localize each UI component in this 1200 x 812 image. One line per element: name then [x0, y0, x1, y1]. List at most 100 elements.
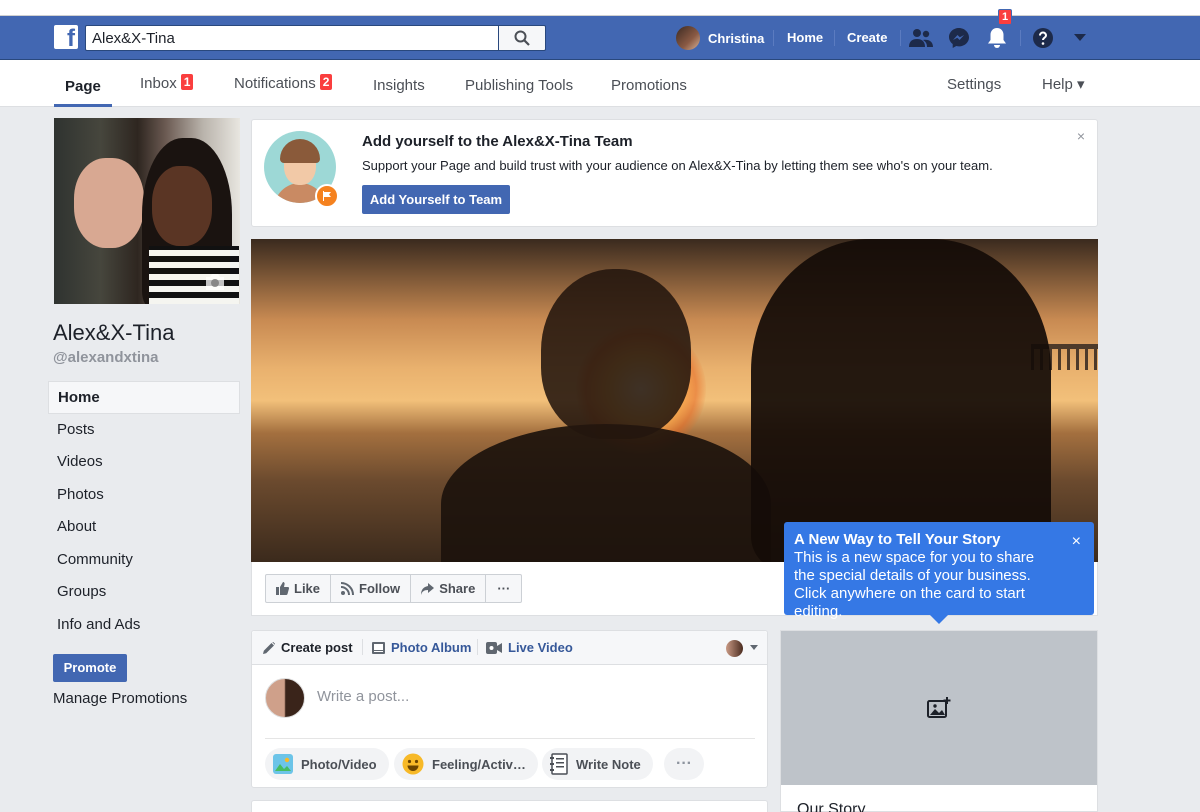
notifications-bell-icon[interactable] — [985, 27, 1009, 49]
camera-icon[interactable] — [204, 273, 226, 296]
photo-album-label: Photo Album — [391, 640, 472, 655]
messenger-icon[interactable] — [947, 27, 971, 49]
follow-label: Follow — [359, 581, 401, 596]
next-feed-card — [251, 800, 768, 812]
posting-as-avatar[interactable] — [726, 640, 743, 657]
close-icon[interactable]: × — [1077, 128, 1085, 144]
illustration-hair — [280, 139, 320, 163]
card-title: Add yourself to the Alex&X-Tina Team — [362, 133, 633, 150]
sidebar-item-videos[interactable]: Videos — [48, 446, 240, 479]
tab-inbox-label: Inbox — [140, 75, 177, 92]
more-options-button[interactable]: ··· — [664, 748, 704, 780]
feeling-activity-label: Feeling/Activ… — [432, 756, 526, 772]
divider — [477, 639, 478, 655]
add-photo-icon — [927, 697, 951, 718]
tab-insights[interactable]: Insights — [373, 77, 425, 110]
home-link[interactable]: Home — [787, 25, 823, 51]
our-story-card[interactable]: Our Story — [780, 630, 1098, 812]
notifications-count-badge: 2 — [319, 74, 333, 90]
post-text-input[interactable]: Write a post... — [317, 688, 409, 705]
tab-create-post[interactable]: Create post — [263, 640, 353, 655]
sidebar-item-posts[interactable]: Posts — [48, 414, 240, 447]
browser-strip — [0, 0, 1200, 16]
page-admin-nav: Page Inbox 1 Notifications 2 Insights Publ… — [0, 60, 1200, 107]
feeling-activity-button[interactable]: Feeling/Activ… — [394, 748, 538, 780]
divider — [362, 639, 363, 655]
friend-requests-icon[interactable] — [909, 27, 933, 49]
tooltip-title: A New Way to Tell Your Story — [794, 531, 1001, 548]
note-icon — [550, 753, 568, 775]
tab-notifications[interactable]: Notifications 2 — [234, 74, 333, 107]
tab-notifications-label: Notifications — [234, 75, 316, 92]
photo-video-button[interactable]: Photo/Video — [265, 748, 389, 780]
story-photo-placeholder[interactable] — [781, 631, 1097, 785]
live-video-label: Live Video — [508, 640, 573, 655]
page-username[interactable]: @alexandxtina — [53, 349, 159, 366]
our-story-tooltip[interactable]: A New Way to Tell Your Story This is a n… — [784, 522, 1094, 624]
close-icon[interactable]: × — [1072, 533, 1081, 551]
account-menu-chevron-down-icon[interactable] — [1068, 27, 1092, 49]
tab-publishing-tools[interactable]: Publishing Tools — [465, 77, 573, 110]
pencil-icon — [263, 641, 275, 654]
card-description: Support your Page and build trust with y… — [362, 158, 993, 173]
top-navigation-bar: f Alex&X-Tina Christina Home Create 1 — [0, 9, 1200, 60]
more-options-button[interactable]: ··· — [486, 575, 521, 602]
sidebar-item-info-and-ads[interactable]: Info and Ads — [48, 609, 240, 642]
sidebar-item-home[interactable]: Home — [48, 381, 240, 414]
rss-follow-icon — [341, 582, 355, 595]
inbox-count-badge: 1 — [180, 74, 194, 90]
user-name: Christina — [708, 30, 765, 46]
flag-icon — [315, 184, 339, 208]
post-composer: Create post Photo Album Live Video Write… — [251, 630, 768, 788]
share-label: Share — [439, 581, 476, 596]
sidebar-item-about[interactable]: About — [48, 511, 240, 544]
share-button[interactable]: Share — [411, 575, 487, 602]
photo-video-icon — [273, 754, 293, 774]
sidebar-item-photos[interactable]: Photos — [48, 479, 240, 512]
sidebar-item-groups[interactable]: Groups — [48, 576, 240, 609]
help-icon[interactable] — [1031, 27, 1055, 49]
sidebar-item-community[interactable]: Community — [48, 544, 240, 577]
manage-promotions-link[interactable]: Manage Promotions — [53, 690, 187, 707]
search-input[interactable]: Alex&X-Tina — [85, 25, 499, 51]
video-camera-icon — [486, 641, 502, 654]
tab-photo-album[interactable]: Photo Album — [372, 640, 471, 655]
profile-picture[interactable] — [54, 118, 240, 304]
tab-page-label: Page — [65, 78, 101, 95]
cover-photo[interactable] — [251, 239, 1098, 562]
tooltip-body: This is a new space for you to share the… — [794, 549, 1035, 620]
cover-person — [441, 424, 771, 562]
divider — [834, 30, 835, 46]
divider — [773, 30, 774, 46]
add-to-team-card: Add yourself to the Alex&X-Tina Team Sup… — [251, 119, 1098, 227]
follow-button[interactable]: Follow — [331, 575, 412, 602]
our-story-label: Our Story — [797, 801, 866, 812]
write-note-button[interactable]: Write Note — [542, 748, 653, 780]
divider — [900, 30, 901, 46]
page-sidebar-nav: Home Posts Videos Photos About Community… — [48, 381, 240, 641]
tab-help[interactable]: Help ▾ — [1042, 75, 1085, 108]
search-button[interactable] — [499, 25, 546, 51]
profile-link[interactable]: Christina — [676, 25, 764, 51]
avatar — [265, 678, 305, 718]
photo-video-label: Photo/Video — [301, 756, 377, 772]
tab-live-video[interactable]: Live Video — [486, 640, 573, 655]
divider — [265, 738, 755, 739]
search-icon — [514, 30, 530, 46]
like-button[interactable]: Like — [266, 575, 332, 602]
tab-settings[interactable]: Settings — [947, 76, 1001, 109]
tab-inbox[interactable]: Inbox 1 — [140, 74, 194, 107]
create-link[interactable]: Create — [847, 25, 887, 51]
like-label: Like — [294, 581, 321, 596]
create-post-label: Create post — [281, 640, 353, 655]
add-yourself-to-team-button[interactable]: Add Yourself to Team — [362, 185, 510, 214]
facebook-logo-icon[interactable]: f — [54, 25, 78, 49]
tab-page[interactable]: Page — [54, 74, 112, 107]
profile-photo-person — [152, 166, 212, 246]
chevron-down-icon[interactable] — [750, 645, 758, 650]
page-name[interactable]: Alex&X-Tina — [53, 320, 174, 346]
action-button-group: Like Follow Share ··· — [265, 574, 523, 603]
composer-tabs: Create post Photo Album Live Video — [252, 631, 767, 665]
tab-promotions[interactable]: Promotions — [611, 77, 687, 110]
promote-button[interactable]: Promote — [53, 654, 127, 682]
